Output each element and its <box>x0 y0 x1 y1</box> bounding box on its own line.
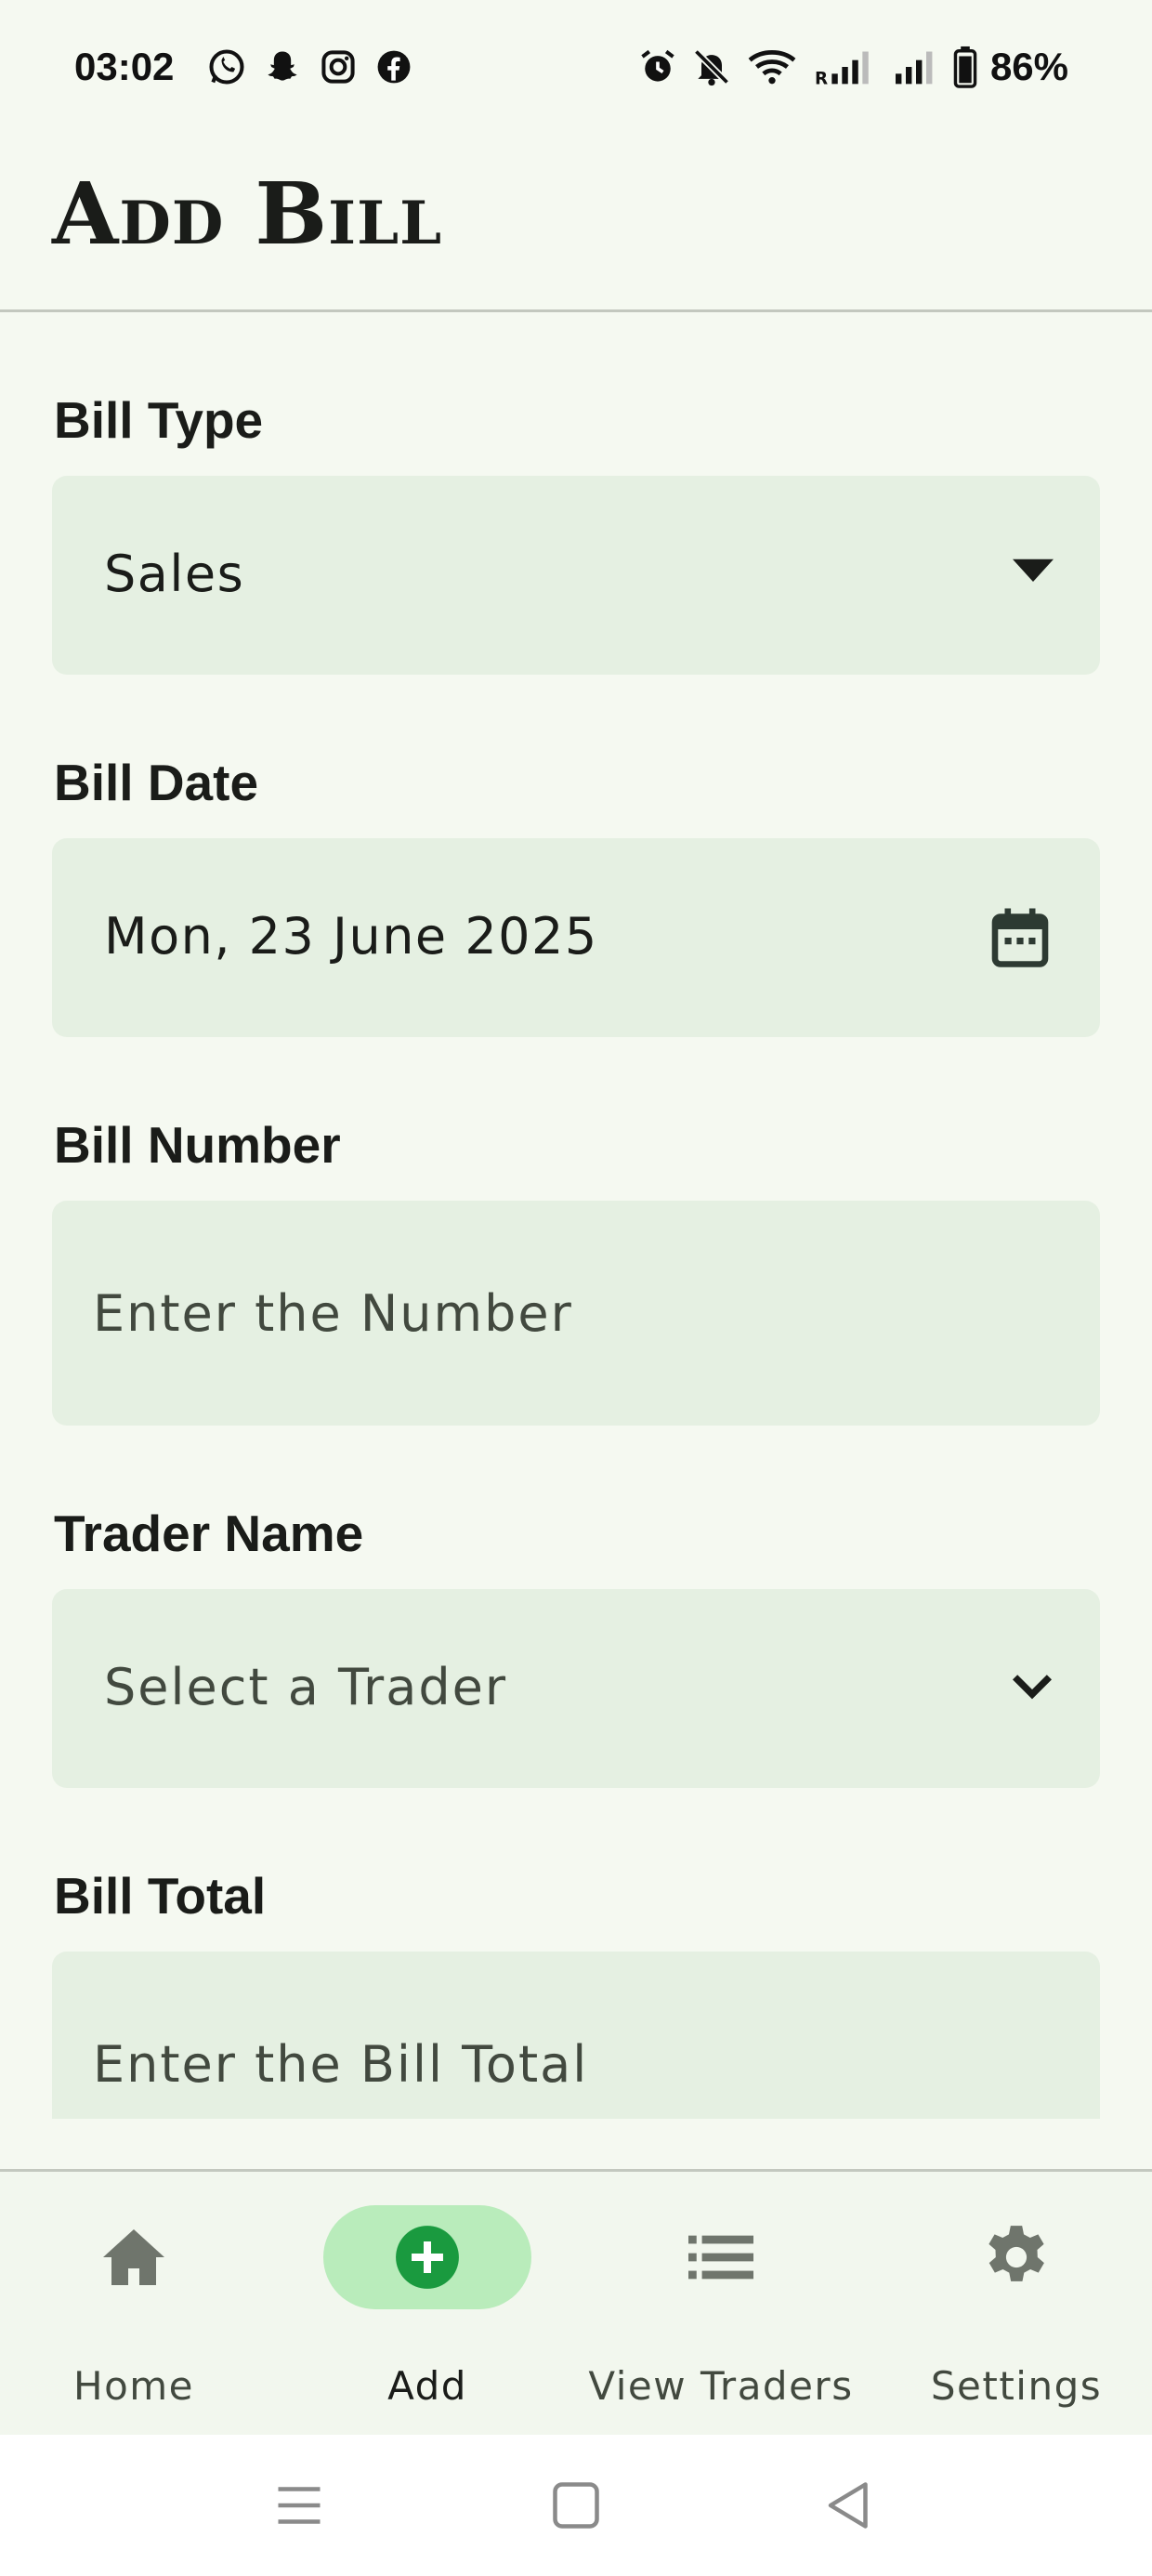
nav-active-pill <box>323 2205 531 2309</box>
add-circle-icon <box>396 2226 459 2289</box>
facebook-icon <box>377 50 411 84</box>
nav-label-settings: Settings <box>930 2363 1103 2409</box>
bill-date-field[interactable]: Mon, 23 June 2025 <box>52 838 1100 1037</box>
system-status-icons: R 86% <box>637 45 1068 89</box>
nav-item-settings[interactable]: Settings <box>877 2172 1152 2438</box>
trader-name-label: Trader Name <box>54 1505 364 1562</box>
nav-label-add: Add <box>387 2363 467 2409</box>
bill-date-label: Bill Date <box>54 754 259 811</box>
battery-icon <box>953 46 977 88</box>
list-icon <box>688 2235 753 2280</box>
app-bar: Add Bill <box>0 139 1152 312</box>
system-navigation-bar <box>0 2435 1152 2576</box>
bill-date-value: Mon, 23 June 2025 <box>104 907 598 966</box>
bill-type-dropdown[interactable]: Sales <box>52 476 1100 675</box>
nav-icon-container <box>617 2205 825 2309</box>
back-triangle-icon[interactable] <box>821 2477 877 2533</box>
bill-total-label: Bill Total <box>54 1867 267 1925</box>
bill-number-input[interactable]: Enter the Number <box>52 1201 1100 1426</box>
wifi-icon <box>748 50 796 85</box>
bell-off-icon <box>693 48 730 86</box>
trader-name-dropdown[interactable]: Select a Trader <box>52 1589 1100 1788</box>
home-icon <box>103 2229 164 2285</box>
calendar-icon[interactable] <box>987 903 1054 972</box>
nav-label-home: Home <box>72 2363 195 2409</box>
battery-percent: 86% <box>989 45 1068 88</box>
bill-number-label: Bill Number <box>54 1116 341 1174</box>
dropdown-arrow-icon <box>1013 559 1054 582</box>
nav-label-view-traders: View Traders <box>588 2363 854 2409</box>
snapchat-icon <box>268 51 297 81</box>
bill-total-input[interactable]: Enter the Bill Total <box>52 1952 1100 2119</box>
nav-icon-container <box>912 2205 1120 2309</box>
bill-number-placeholder: Enter the Number <box>93 1284 573 1343</box>
svg-text:R: R <box>815 69 828 87</box>
page-title: Add Bill <box>52 164 443 264</box>
nav-item-view-traders[interactable]: View Traders <box>582 2172 860 2438</box>
notification-icons <box>206 46 414 87</box>
alarm-icon <box>641 49 674 82</box>
nav-item-add[interactable]: Add <box>288 2172 567 2438</box>
bill-type-value: Sales <box>104 545 245 603</box>
status-time: 03:02 <box>74 45 175 88</box>
nav-icon-container <box>30 2205 238 2309</box>
nav-item-home[interactable]: Home <box>0 2172 273 2438</box>
signal-icon <box>895 51 933 85</box>
bottom-navigation: Home Add View Traders Settings <box>0 2169 1152 2435</box>
bill-type-label: Bill Type <box>54 391 264 449</box>
home-square-icon[interactable] <box>548 2477 604 2533</box>
gear-icon <box>988 2226 1044 2281</box>
instagram-icon <box>321 50 355 84</box>
status-bar: 03:02 R 86% <box>0 0 1152 139</box>
bill-total-placeholder: Enter the Bill Total <box>93 2035 589 2094</box>
add-bill-form: Bill Type Sales Bill Date Mon, 23 June 2… <box>0 312 1152 2119</box>
trader-name-placeholder: Select a Trader <box>104 1658 508 1716</box>
chevron-down-icon <box>1012 1675 1053 1700</box>
recents-menu-icon[interactable] <box>271 2477 327 2533</box>
signal-r-icon: R <box>815 51 869 87</box>
whatsapp-icon <box>209 49 244 85</box>
